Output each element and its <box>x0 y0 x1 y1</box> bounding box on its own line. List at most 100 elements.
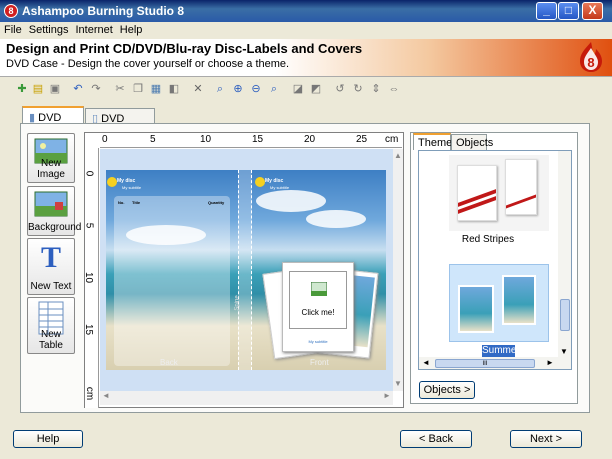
toolbar: ✚ ▤ ▣ ↶ ↷ ✂ ❐ ▦ ◧ ✕ ⌕ ⊕ ⊖ ⌕ ◪ ◩ ↺ ↻ ⇕ ⇔ <box>0 78 612 100</box>
new-image-button[interactable]: New Image <box>27 133 75 183</box>
ruler-horizontal: 0 5 10 15 20 25 cm <box>100 133 402 148</box>
zoom-out-icon[interactable]: ⊖ <box>248 81 264 97</box>
menu-file[interactable]: File <box>0 22 25 36</box>
text-tool-icon: T <box>40 241 61 274</box>
save-icon[interactable]: ▣ <box>47 81 63 97</box>
page-subtitle: DVD Case - Design the cover yourself or … <box>6 58 290 70</box>
new-text-button[interactable]: T New Text <box>27 238 75 295</box>
ruler-tick: 25 <box>356 134 368 145</box>
open-icon[interactable]: ▤ <box>30 81 46 97</box>
disc-title-right[interactable]: My disc <box>265 178 283 184</box>
scroll-down-icon[interactable]: ▼ <box>394 379 402 388</box>
scroll-up-icon[interactable]: ▲ <box>394 151 402 160</box>
flip-vertical-icon[interactable]: ⇕ <box>368 81 384 97</box>
window-title: Ashampoo Burning Studio 8 <box>22 4 184 18</box>
scroll-right-icon[interactable]: ► <box>546 358 554 367</box>
front-label: Front <box>310 358 329 367</box>
scroll-thumb[interactable]: III <box>435 359 535 368</box>
delete-icon[interactable]: ✕ <box>190 81 206 97</box>
objects-button[interactable]: Objects > <box>419 381 475 399</box>
minimize-button[interactable]: _ <box>536 2 557 20</box>
paste-icon[interactable]: ▦ <box>148 81 164 97</box>
page-header: Design and Print CD/DVD/Blu-ray Disc-Lab… <box>0 39 612 77</box>
ruler-tick: 0 <box>102 134 108 145</box>
cloud-shape <box>256 190 326 212</box>
copy-icon[interactable]: ❐ <box>130 81 146 97</box>
app-icon: 8 <box>4 4 18 18</box>
ruler-unit: cm <box>385 134 399 145</box>
zoom-fit-icon[interactable]: ⌕ <box>266 81 282 97</box>
undo-icon[interactable]: ↶ <box>70 81 86 97</box>
card-subtitle: My subtitle <box>308 339 328 344</box>
new-table-button[interactable]: New Table <box>27 297 75 354</box>
logo-number: 8 <box>587 55 594 70</box>
theme-thumbnail-summer[interactable] <box>449 264 549 342</box>
flip-horizontal-icon[interactable]: ⇔ <box>386 81 402 97</box>
new-image-label: New Image <box>37 158 65 180</box>
table-header: No. <box>118 200 125 205</box>
ruler-tick: 15 <box>83 323 95 336</box>
canvas-horizontal-scrollbar[interactable]: ◄ ► <box>100 391 393 405</box>
click-me-card[interactable]: Click me! My subtitle <box>282 262 354 352</box>
help-button[interactable]: Help <box>13 430 83 448</box>
title-bar: 8 Ashampoo Burning Studio 8 _ □ X <box>0 0 612 22</box>
maximize-button[interactable]: □ <box>558 2 579 20</box>
theme-thumbnail-red-stripes[interactable] <box>449 155 549 231</box>
send-back-icon[interactable]: ◩ <box>308 81 324 97</box>
close-button[interactable]: X <box>582 2 603 20</box>
spine-panel <box>238 170 252 370</box>
scroll-right-icon[interactable]: ► <box>383 391 391 400</box>
disc-subtitle-left[interactable]: My subtitle <box>122 185 141 190</box>
ruler-tick: 5 <box>150 134 156 145</box>
scroll-left-icon[interactable]: ◄ <box>102 391 110 400</box>
duplicate-icon[interactable]: ◧ <box>166 81 182 97</box>
click-me-label: Click me! <box>301 308 335 317</box>
background-button[interactable]: Background <box>27 186 82 236</box>
background-icon <box>34 191 68 217</box>
ruler-tick: 5 <box>83 222 95 229</box>
menu-settings[interactable]: Settings <box>25 22 72 36</box>
theme-list-vertical-scrollbar[interactable]: ▼ <box>558 151 571 357</box>
ruler-tick: 15 <box>252 134 264 145</box>
ashampoo-logo-icon: 8 <box>580 42 602 72</box>
theme-list: Red Stripes Summer ▼ ◄ III ► <box>418 150 572 370</box>
tab-themes[interactable]: Themes <box>413 133 458 150</box>
table-header: Quantity <box>208 200 225 205</box>
image-placeholder-icon <box>311 282 327 296</box>
back-label: Back <box>160 358 178 367</box>
image-placeholder: Click me! <box>289 271 347 329</box>
theme-label-summer[interactable]: Summer <box>482 345 520 357</box>
scroll-down-icon[interactable]: ▼ <box>560 347 568 356</box>
rotate-right-icon[interactable]: ↻ <box>350 81 366 97</box>
menu-internet[interactable]: Internet <box>71 22 115 36</box>
new-icon[interactable]: ✚ <box>14 81 30 97</box>
zoom-page-icon[interactable]: ⌕ <box>212 81 228 97</box>
zoom-in-icon[interactable]: ⊕ <box>230 81 246 97</box>
scroll-grip: III <box>482 361 488 367</box>
new-table-label: New Table <box>39 329 63 351</box>
canvas-vertical-scrollbar[interactable]: ▲ ▼ <box>393 149 403 391</box>
scroll-left-icon[interactable]: ◄ <box>422 358 430 367</box>
rotate-left-icon[interactable]: ↺ <box>332 81 348 97</box>
bring-front-icon[interactable]: ◪ <box>290 81 306 97</box>
theme-label-red-stripes[interactable]: Red Stripes <box>419 234 557 245</box>
tab-objects[interactable]: Objects <box>451 134 493 150</box>
disc-subtitle-right[interactable]: My subtitle <box>270 185 289 190</box>
cloud-shape <box>306 210 366 228</box>
redo-icon[interactable]: ↷ <box>88 81 104 97</box>
page-title: Design and Print CD/DVD/Blu-ray Disc-Lab… <box>6 41 363 56</box>
back-button[interactable]: < Back <box>400 430 472 448</box>
menu-help[interactable]: Help <box>116 22 146 36</box>
cut-icon[interactable]: ✂ <box>112 81 128 97</box>
disc-title-left[interactable]: My disc <box>117 178 135 184</box>
next-button[interactable]: Next > <box>510 430 582 448</box>
theme-list-horizontal-scrollbar[interactable]: ◄ III ► <box>419 357 571 369</box>
menu-bar: File Settings Internet Help <box>0 22 612 39</box>
ruler-tick: 0 <box>83 170 95 177</box>
ruler-unit: cm <box>84 386 96 401</box>
scroll-thumb[interactable] <box>560 299 570 331</box>
ruler-tick: 10 <box>83 271 95 284</box>
background-label: Background <box>28 222 82 233</box>
new-text-label: New Text <box>30 281 72 292</box>
tracklist-panel[interactable]: No. Title Quantity <box>114 196 230 366</box>
